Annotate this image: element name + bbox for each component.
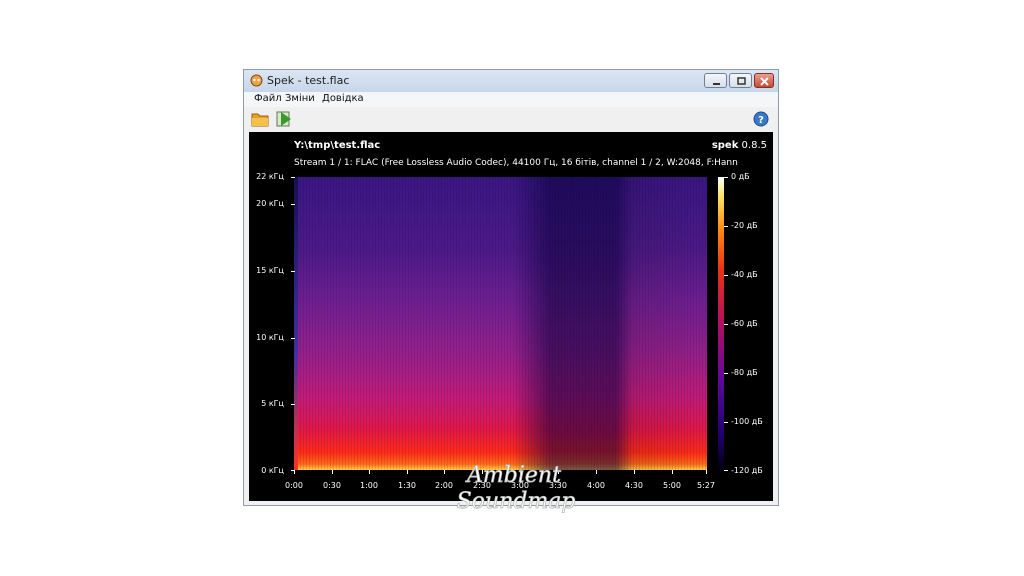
save-export-icon[interactable] [275,110,293,128]
minimize-button[interactable] [704,73,727,88]
spek-app-icon [250,74,263,87]
close-button[interactable] [754,73,774,88]
app-version-label: spek 0.8.5 [712,140,767,151]
db-label: 0 дБ [731,172,750,181]
watermark-logo: Ambient Soundmap [456,463,576,515]
x-label: 0:00 [285,481,303,490]
toolbar: ? [244,107,778,131]
spek-window: Spek - test.flac Файл Зміни Довідка ? Y:… [243,69,779,506]
svg-text:?: ? [758,115,764,126]
db-label: -80 дБ [731,368,758,377]
menu-file[interactable]: Файл [254,93,282,104]
x-tick [634,470,635,474]
y-tick [291,177,295,178]
x-tick [332,470,333,474]
title-bar[interactable]: Spek - test.flac [244,70,778,93]
db-tick [724,373,728,374]
y-label-22: 22 кГц [256,172,284,181]
x-tick [294,470,295,474]
y-tick [291,338,295,339]
x-tick [369,470,370,474]
x-label: 5:27 [697,481,715,490]
db-label: -40 дБ [731,270,758,279]
spectrogram [294,177,707,470]
y-tick [291,204,295,205]
db-label: -120 дБ [731,466,763,475]
app-name: spek [711,140,739,151]
maximize-icon [737,77,746,85]
y-label-15: 15 кГц [256,266,284,275]
db-tick [724,470,728,471]
app-version: 0.8.5 [741,140,767,151]
y-label-20: 20 кГц [256,199,284,208]
x-tick [596,470,597,474]
y-label-5: 5 кГц [261,399,284,408]
y-label-10: 10 кГц [256,333,284,342]
db-tick [724,324,728,325]
close-icon [760,77,769,86]
x-tick [407,470,408,474]
menu-bar: Файл Зміни Довідка [244,92,778,108]
minimize-icon [713,83,720,85]
db-label: -60 дБ [731,319,758,328]
watermark-line2: Soundmap [457,489,576,514]
db-label: -100 дБ [731,417,763,426]
x-tick [706,470,707,474]
x-tick [672,470,673,474]
x-tick [444,470,445,474]
window-title: Spek - test.flac [267,74,350,87]
db-tick [724,275,728,276]
db-tick [724,226,728,227]
db-tick [724,177,728,178]
y-tick [291,271,295,272]
watermark-line1: Ambient [465,463,561,488]
x-label: 0:30 [323,481,341,490]
stream-info: Stream 1 / 1: FLAC (Free Lossless Audio … [294,158,738,168]
folder-open-icon[interactable] [251,110,269,128]
x-label: 2:00 [435,481,453,490]
y-tick [291,404,295,405]
maximize-button[interactable] [729,73,752,88]
help-icon[interactable]: ? [753,111,769,127]
menu-help[interactable]: Довідка [322,93,364,104]
y-label-0: 0 кГц [261,466,284,475]
db-label: -20 дБ [731,221,758,230]
x-label: 4:30 [625,481,643,490]
db-tick [724,422,728,423]
file-path: Y:\tmp\test.flac [294,140,381,151]
x-label: 1:00 [360,481,378,490]
x-label: 5:00 [663,481,681,490]
menu-edit[interactable]: Зміни [285,93,315,104]
x-label: 1:30 [398,481,416,490]
spectrogram-viewer: Y:\tmp\test.flac spek 0.8.5 Stream 1 / 1… [249,132,773,501]
x-label: 4:00 [587,481,605,490]
